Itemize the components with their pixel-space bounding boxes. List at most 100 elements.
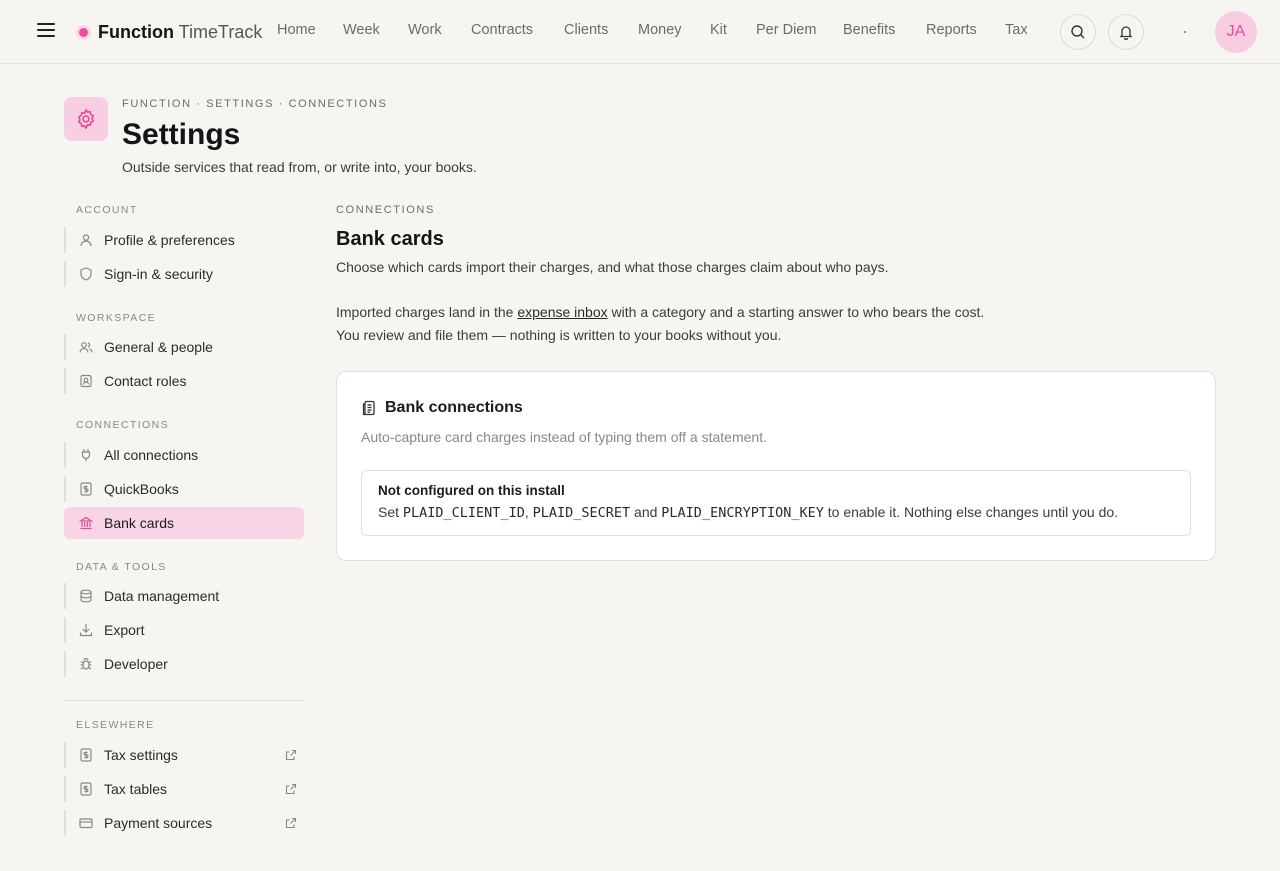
- sidebar-item-label: All connections: [104, 447, 199, 463]
- database-icon: [80, 589, 92, 603]
- sidebar-section-elsewhere: ELSEWHERE: [76, 719, 155, 731]
- shield-icon: [80, 267, 92, 281]
- nav-benefits[interactable]: Benefits: [843, 22, 895, 38]
- info-paragraph-2: You review and file them — nothing is wr…: [336, 327, 782, 343]
- sidebar-section-account: ACCOUNT: [76, 204, 138, 216]
- sidebar-section-connections: CONNECTIONS: [76, 419, 169, 431]
- settings-page-icon: [64, 97, 108, 141]
- notifications-button[interactable]: [1108, 14, 1144, 50]
- not-configured-notice: Not configured on this install Set PLAID…: [361, 470, 1191, 536]
- notice-body: Set PLAID_CLIENT_ID, PLAID_SECRET and PL…: [378, 504, 1118, 521]
- info-text: Imported charges land in the: [336, 304, 518, 320]
- env-key: PLAID_CLIENT_ID: [402, 505, 525, 521]
- notice-text: to enable it. Nothing else changes until…: [823, 504, 1119, 520]
- sidebar-rail: [64, 810, 66, 836]
- contact-card-icon: [80, 374, 92, 388]
- notice-text: and: [630, 504, 662, 520]
- nav-tax[interactable]: Tax: [1005, 22, 1028, 38]
- page-title: Settings: [122, 118, 241, 151]
- bank-statement-icon: [362, 400, 375, 416]
- top-bar: Function TimeTrack Home Week Work Contra…: [0, 0, 1280, 64]
- users-icon: [79, 342, 93, 353]
- nav-week[interactable]: Week: [343, 22, 380, 38]
- sidebar-item-payment-sources[interactable]: Payment sources: [64, 807, 304, 839]
- sidebar-rail: [64, 261, 66, 287]
- sidebar-rail: [64, 476, 66, 502]
- sidebar-rail: [64, 334, 66, 360]
- dollar-doc-icon: [80, 782, 92, 796]
- dollar-doc-icon: [80, 482, 92, 496]
- sidebar-item-all-connections[interactable]: All connections: [64, 439, 304, 471]
- nav-contracts[interactable]: Contracts: [471, 22, 533, 38]
- sidebar-item-label: Tax settings: [104, 747, 178, 763]
- bank-icon: [79, 516, 93, 530]
- sidebar-rail: [64, 651, 66, 677]
- card-title: Bank connections: [385, 399, 523, 416]
- nav-money[interactable]: Money: [638, 22, 682, 38]
- bell-icon: [1119, 26, 1133, 40]
- sidebar-item-label: QuickBooks: [104, 481, 179, 497]
- card-description: Auto-capture card charges instead of typ…: [361, 429, 767, 445]
- sidebar-item-label: Bank cards: [104, 515, 175, 531]
- sidebar-section-workspace: WORKSPACE: [76, 312, 157, 324]
- section-label: CONNECTIONS: [336, 204, 435, 216]
- sidebar-item-security[interactable]: Sign-in & security: [64, 258, 304, 290]
- sidebar-rail: [64, 617, 66, 643]
- notice-text: ,: [524, 504, 533, 520]
- sidebar-item-export[interactable]: Export: [64, 614, 304, 646]
- brand-dot: [79, 28, 88, 37]
- notice-text: Set: [378, 504, 403, 520]
- nav-work[interactable]: Work: [408, 22, 442, 38]
- sidebar-item-label: Contact roles: [104, 373, 187, 389]
- sidebar-item-tax-settings[interactable]: Tax settings: [64, 739, 304, 771]
- notice-title: Not configured on this install: [378, 483, 565, 498]
- nav-reports[interactable]: Reports: [926, 22, 977, 38]
- brand-product: TimeTrack: [178, 22, 263, 42]
- breadcrumb: FUNCTION · SETTINGS · CONNECTIONS: [122, 98, 388, 110]
- sidebar-rail: [64, 776, 66, 802]
- external-link-icon: [285, 783, 297, 795]
- sidebar-item-label: General & people: [104, 339, 213, 355]
- bank-connections-card: Bank connections Auto-capture card charg…: [336, 371, 1216, 561]
- status-dot: [1184, 31, 1186, 33]
- page-subtitle: Outside services that read from, or writ…: [122, 159, 477, 175]
- user-icon: [80, 234, 92, 247]
- external-link-icon: [285, 817, 297, 829]
- sidebar-item-label: Payment sources: [104, 815, 213, 831]
- nav-home[interactable]: Home: [277, 22, 316, 38]
- gear-icon: [78, 109, 94, 129]
- plug-icon: [81, 449, 91, 461]
- app-brand[interactable]: Function TimeTrack: [98, 20, 262, 44]
- sidebar-item-label: Tax tables: [104, 781, 168, 797]
- sidebar-item-label: Profile & preferences: [104, 232, 235, 248]
- info-paragraph: Imported charges land in the expense inb…: [336, 304, 984, 320]
- env-key: PLAID_ENCRYPTION_KEY: [661, 505, 824, 521]
- sidebar-rail: [64, 742, 66, 768]
- menu-icon[interactable]: [37, 23, 55, 41]
- search-button[interactable]: [1060, 14, 1096, 50]
- sidebar-item-label: Sign-in & security: [104, 266, 213, 282]
- bug-icon: [80, 657, 92, 670]
- external-link-icon: [285, 749, 297, 761]
- sidebar-item-quickbooks[interactable]: QuickBooks: [64, 473, 304, 505]
- sidebar-item-contact-roles[interactable]: Contact roles: [64, 365, 304, 397]
- nav-per-diem[interactable]: Per Diem: [756, 22, 816, 38]
- sidebar-item-data-management[interactable]: Data management: [64, 580, 304, 612]
- env-key: PLAID_SECRET: [532, 505, 631, 521]
- section-description: Choose which cards import their charges,…: [336, 259, 889, 275]
- sidebar-item-general-people[interactable]: General & people: [64, 331, 304, 363]
- nav-kit[interactable]: Kit: [710, 22, 727, 38]
- sidebar-item-profile[interactable]: Profile & preferences: [64, 224, 304, 256]
- download-icon: [79, 624, 93, 637]
- sidebar-rail: [64, 368, 66, 394]
- info-text: with a category and a starting answer to…: [607, 304, 985, 320]
- dollar-doc-icon: [80, 748, 92, 762]
- nav-clients[interactable]: Clients: [564, 22, 608, 38]
- sidebar-rail: [64, 442, 66, 468]
- sidebar-item-bank-cards[interactable]: Bank cards: [64, 507, 304, 539]
- expense-inbox-link[interactable]: expense inbox: [517, 304, 607, 320]
- sidebar-rail: [64, 583, 66, 609]
- sidebar-item-developer[interactable]: Developer: [64, 648, 304, 680]
- avatar[interactable]: JA: [1215, 11, 1257, 53]
- sidebar-item-tax-tables[interactable]: Tax tables: [64, 773, 304, 805]
